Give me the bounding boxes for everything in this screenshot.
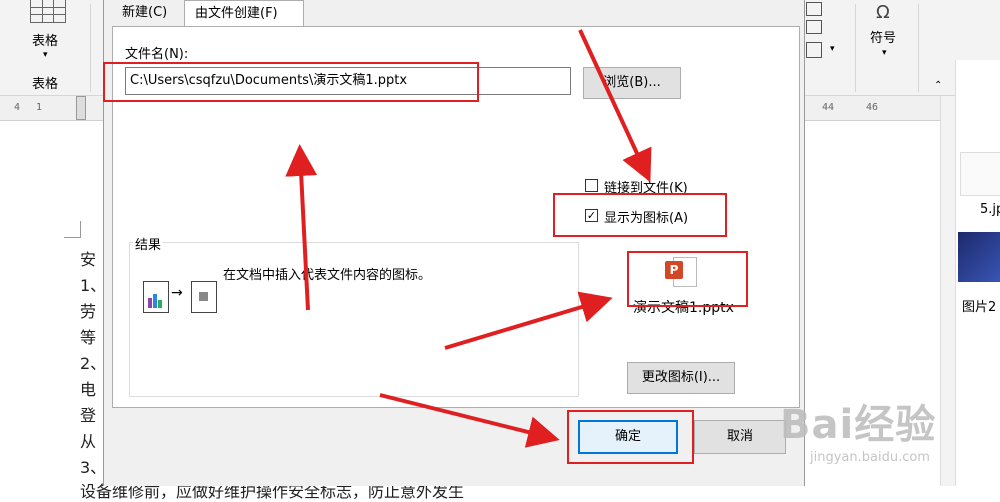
annotation-arrow bbox=[578, 29, 652, 183]
watermark-url: jingyan.baidu.com bbox=[810, 450, 930, 465]
annotation-arrow bbox=[379, 393, 560, 448]
annotation-arrow bbox=[444, 291, 613, 350]
baidu-watermark: Bai经验 jingyan.baidu.com bbox=[780, 392, 990, 482]
watermark-brand: Bai经验 bbox=[780, 402, 937, 448]
annotation-arrow bbox=[285, 144, 318, 311]
